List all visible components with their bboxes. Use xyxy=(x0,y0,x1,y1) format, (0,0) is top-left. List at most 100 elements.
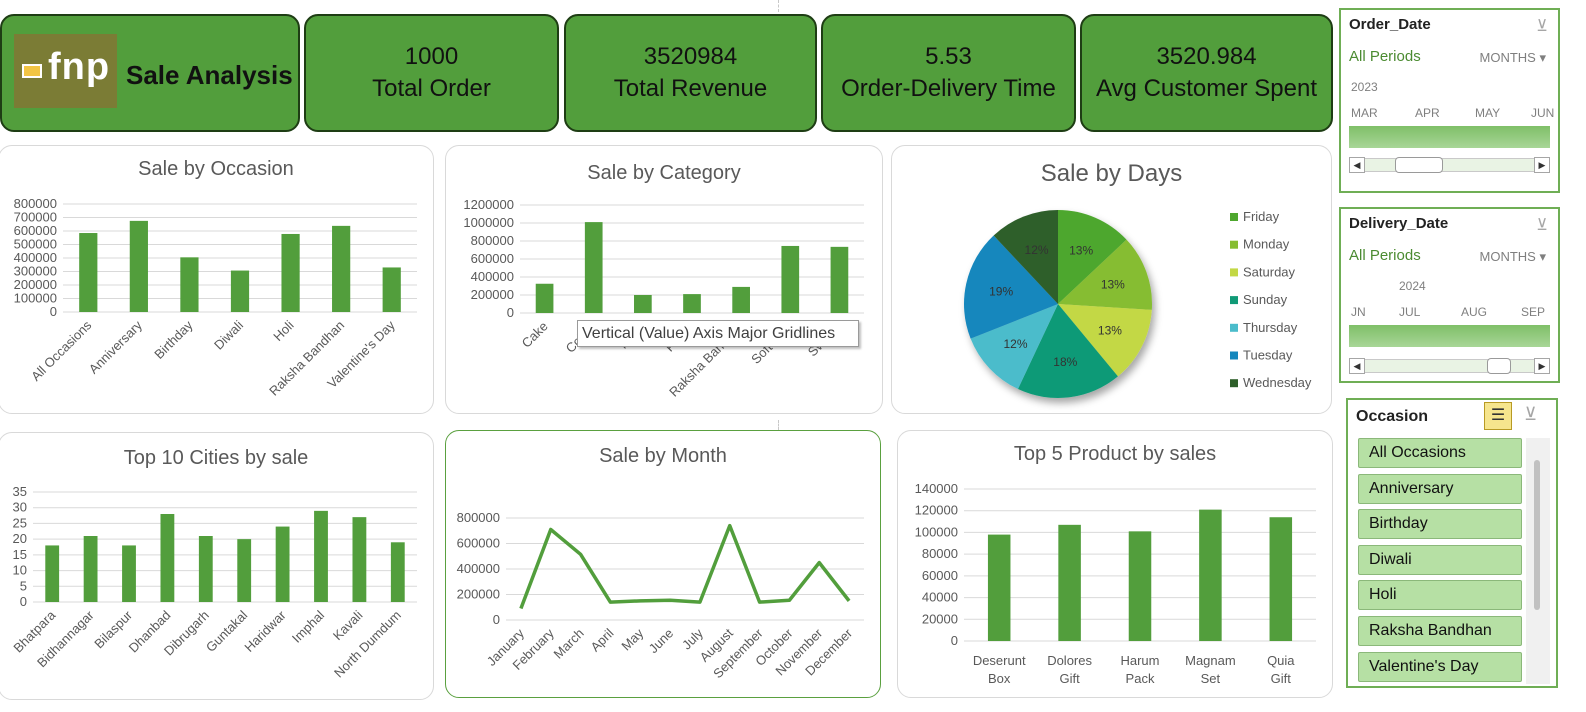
y-tick-label: 0 xyxy=(50,304,57,319)
clear-filter-icon[interactable]: ⊻ xyxy=(1536,16,1548,36)
x-tick-label: North Dumdum xyxy=(331,608,404,681)
page-break-line xyxy=(778,0,779,12)
x-tick-label: Set xyxy=(1201,671,1221,686)
slicer-item-birthday[interactable]: Birthday xyxy=(1358,509,1522,539)
bar xyxy=(1128,531,1152,641)
legend-label: Thursday xyxy=(1243,320,1298,335)
y-tick-label: 25 xyxy=(13,515,27,530)
y-tick-label: 0 xyxy=(493,612,500,627)
timeline-selection-band[interactable] xyxy=(1349,325,1550,347)
bar xyxy=(1269,517,1293,641)
chart-sale-by-category[interactable]: Sale by Category 0 200000 400000 600000 8000… xyxy=(445,145,883,414)
bar xyxy=(634,295,652,313)
legend-swatch xyxy=(1230,351,1238,360)
scroll-left-icon[interactable]: ◀ xyxy=(1349,157,1365,173)
month-label: JUL xyxy=(1399,305,1421,319)
timeline-scroll-thumb[interactable] xyxy=(1487,358,1511,374)
clear-filter-icon[interactable]: ⊻ xyxy=(1524,404,1537,425)
month-label: JN xyxy=(1351,305,1366,319)
bar xyxy=(390,542,405,602)
chart-sale-by-occasion[interactable]: Sale by Occasion 0 100000 200000 300000 4000… xyxy=(0,145,434,414)
scroll-right-icon[interactable]: ▶ xyxy=(1534,157,1550,173)
slicer-item-anniversary[interactable]: Anniversary xyxy=(1358,474,1522,504)
kpi-value: 5.53 xyxy=(925,43,972,70)
multi-select-icon[interactable]: ☰ xyxy=(1484,402,1512,430)
bar xyxy=(79,233,98,312)
chart-sale-by-days[interactable]: Sale by Days 13% 13% 13% 18% 12% 19% 12% Friday… xyxy=(891,145,1332,414)
slicer-title: Order_Date xyxy=(1349,16,1431,33)
slicer-item-all-occasions[interactable]: All Occasions xyxy=(1358,438,1522,468)
legend-label: Monday xyxy=(1243,237,1290,252)
x-tick-label: Guntakal xyxy=(203,607,250,654)
x-tick-label: Pack xyxy=(1126,671,1155,686)
y-tick-label: 30 xyxy=(13,500,27,515)
bar xyxy=(683,294,701,313)
chart-top-10-cities[interactable]: Top 10 Cities by sale 0 5 10 15 20 25 30 35 Bhat… xyxy=(0,432,434,700)
chart-sale-by-month[interactable]: Sale by Month 0 200000 400000 600000 800000 J… xyxy=(445,430,881,698)
slice-label: 13% xyxy=(1098,323,1122,337)
page-break-line xyxy=(778,420,779,430)
brand-tile: fnp Sale Analysis xyxy=(0,14,300,132)
y-tick-label: 600000 xyxy=(471,251,514,266)
all-periods-label: All Periods xyxy=(1349,247,1421,264)
scroll-right-icon[interactable]: ▶ xyxy=(1534,358,1550,374)
y-tick-label: 800000 xyxy=(457,510,500,525)
year-label: 2024 xyxy=(1399,279,1426,293)
legend-label: Wednesday xyxy=(1243,375,1312,390)
legend-swatch xyxy=(1230,323,1238,332)
y-tick-label: 0 xyxy=(20,594,27,609)
bar xyxy=(122,545,136,602)
kpi-total-revenue[interactable]: 3520984 Total Revenue xyxy=(564,14,817,132)
time-level-dropdown[interactable]: MONTHS ▾ xyxy=(1480,50,1547,66)
timeline-selection-band[interactable] xyxy=(1349,126,1550,148)
bar xyxy=(535,283,554,313)
kpi-label: Order-Delivery Time xyxy=(841,75,1056,102)
scroll-left-icon[interactable]: ◀ xyxy=(1349,358,1365,374)
slicer-item-valentines-day[interactable]: Valentine's Day xyxy=(1358,652,1522,682)
kpi-label: Avg Customer Spent xyxy=(1095,75,1317,102)
bar xyxy=(180,257,199,312)
timeline-scroll-thumb[interactable] xyxy=(1395,157,1443,173)
month-label: MAR xyxy=(1351,106,1378,120)
slicer-scroll-thumb[interactable] xyxy=(1534,460,1540,610)
slicer-item-raksha-bandhan[interactable]: Raksha Bandhan xyxy=(1358,616,1522,646)
cities-bar-chart: 05101520253035BhatparaBidhannagarBilaspu… xyxy=(10,484,417,681)
x-tick-label: Kavali xyxy=(330,607,366,643)
month-label: MAY xyxy=(1475,106,1501,120)
products-bar-chart: 0 20000 40000 60000 80000 100000 120000 140000 D… xyxy=(915,481,1316,686)
delivery-date-slicer[interactable]: Delivery_Date ⊻ All Periods MONTHS ▾ 202… xyxy=(1339,207,1560,383)
occasion-slicer[interactable]: Occasion ☰ ⊻ All Occasions Anniversary B… xyxy=(1346,398,1558,688)
bar xyxy=(332,225,351,312)
legend-swatch xyxy=(1230,268,1238,277)
timeline-scrollbar[interactable] xyxy=(1349,359,1550,373)
category-bar-chart: 0 200000 400000 600000 800000 1000000 1200000 C… xyxy=(463,197,864,400)
y-tick-label: 200000 xyxy=(14,277,57,292)
y-tick-label: 15 xyxy=(13,547,27,562)
clear-filter-icon[interactable]: ⊻ xyxy=(1536,215,1548,235)
slicer-item-diwali[interactable]: Diwali xyxy=(1358,545,1522,575)
y-tick-label: 20000 xyxy=(922,611,958,626)
slicer-title: Delivery_Date xyxy=(1349,215,1449,232)
timeline-scrollbar[interactable] xyxy=(1349,158,1550,172)
slice-label: 13% xyxy=(1101,277,1125,291)
y-tick-label: 100000 xyxy=(14,291,57,306)
bar xyxy=(160,514,175,602)
slicer-item-holi[interactable]: Holi xyxy=(1358,580,1522,610)
order-date-slicer[interactable]: Order_Date ⊻ All Periods MONTHS ▾ 2023 M… xyxy=(1339,8,1560,193)
chevron-down-icon: ▾ xyxy=(1539,50,1546,65)
y-tick-label: 10 xyxy=(13,563,27,578)
bar xyxy=(584,222,603,313)
kpi-order-delivery-time[interactable]: 5.53 Order-Delivery Time xyxy=(821,14,1076,132)
y-tick-label: 400000 xyxy=(14,250,57,265)
x-tick-label: Quia xyxy=(1267,653,1295,668)
kpi-label: Total Order xyxy=(372,75,491,102)
kpi-total-order[interactable]: 1000 Total Order xyxy=(304,14,559,132)
chart-top-5-products[interactable]: Top 5 Product by sales 0 20000 40000 60000 8… xyxy=(897,430,1333,698)
bar xyxy=(1058,524,1081,641)
kpi-avg-customer-spent[interactable]: 3520.984 Avg Customer Spent xyxy=(1080,14,1333,132)
x-tick-label: June xyxy=(646,626,677,657)
bar xyxy=(83,536,98,602)
dashboard-title: Sale Analysis xyxy=(126,60,293,90)
y-tick-label: 300000 xyxy=(14,264,57,279)
time-level-dropdown[interactable]: MONTHS ▾ xyxy=(1480,249,1547,265)
